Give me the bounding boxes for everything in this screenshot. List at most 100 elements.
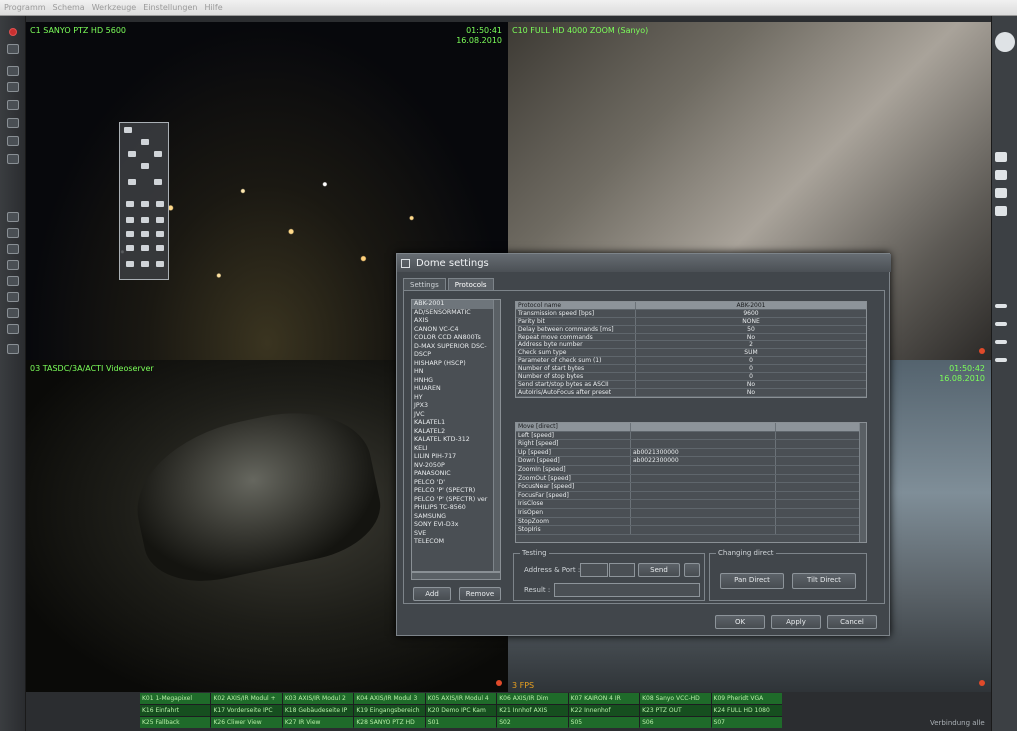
protocol-list[interactable]: ABK-2001 AD/SENSORMATIC AXIS CANON VC-C4 COL… <box>411 299 501 572</box>
menu-tools[interactable]: Werkzeuge <box>92 3 136 12</box>
remove-button[interactable]: Remove <box>459 587 501 601</box>
layout-a-icon[interactable] <box>7 308 19 318</box>
command-code[interactable] <box>631 483 776 491</box>
parameter-value[interactable]: 0 <box>636 357 866 364</box>
command-code[interactable] <box>631 431 776 440</box>
protocol-list-item[interactable]: HISHARP (HSCP) <box>412 360 500 369</box>
parameter-row[interactable]: Delay between commands [ms] 50 <box>516 325 866 334</box>
protocol-list-item[interactable]: COLOR CCD AN800Ts <box>412 334 500 343</box>
protocol-list-item[interactable]: CANON VC-C4 <box>412 326 500 335</box>
command-code[interactable]: ab0022300000 <box>631 457 776 465</box>
ptz-key-0[interactable] <box>141 261 149 267</box>
strip-item[interactable]: K22 Innenhof <box>568 705 640 716</box>
ptz-preset-icon[interactable] <box>156 201 164 207</box>
commands-scrollbar[interactable] <box>859 423 866 542</box>
ptz-zoom-out-icon[interactable] <box>154 179 162 185</box>
ptz-focus-icon[interactable] <box>126 201 134 207</box>
protocol-list-item[interactable]: PELCO 'P' (SPECTR) <box>412 487 500 496</box>
apply-button[interactable]: Apply <box>771 615 821 629</box>
slider-4-icon[interactable] <box>995 358 1007 362</box>
strip-item[interactable]: K17 Vorderseite IPC <box>211 705 282 716</box>
ptz-key-6[interactable] <box>156 231 164 237</box>
send-options-button[interactable] <box>684 563 700 577</box>
ptz-key-3[interactable] <box>156 217 164 223</box>
protocol-list-item[interactable]: SONY EVI-D3x <box>412 521 500 530</box>
preset-4-icon[interactable] <box>995 206 1007 216</box>
ptz-right-icon[interactable] <box>154 151 162 157</box>
slider-3-icon[interactable] <box>995 340 1007 344</box>
grid-6-icon[interactable] <box>7 228 19 238</box>
protocol-list-item[interactable]: SAMSUNG <box>412 513 500 522</box>
address-input[interactable] <box>580 563 608 577</box>
command-code[interactable] <box>631 526 776 534</box>
ptz-key-5[interactable] <box>141 231 149 237</box>
grid-4-icon[interactable] <box>7 212 19 222</box>
command-row[interactable]: ZoomIn [speed] <box>516 465 866 475</box>
parameter-row[interactable]: Check sum type SUM <box>516 349 866 358</box>
filter-icon[interactable] <box>7 118 19 128</box>
strip-item[interactable]: K18 Gebäudeseite IP <box>282 705 354 716</box>
strip-item[interactable]: S01 <box>425 717 497 728</box>
ptz-iris-icon[interactable] <box>141 201 149 207</box>
strip-item[interactable]: K25 Fallback <box>140 717 211 728</box>
strip-item[interactable]: K16 Einfahrt <box>140 705 211 716</box>
strip-item[interactable]: K03 AXIS/IR Modul 2 <box>282 693 354 704</box>
protocol-list-item[interactable]: PHILIPS TC-8560 <box>412 504 500 513</box>
ptz-left-icon[interactable] <box>128 151 136 157</box>
strip-item[interactable]: S02 <box>497 717 568 728</box>
protocol-list-hscrollbar[interactable] <box>411 572 501 580</box>
parameter-value[interactable]: No <box>636 389 866 396</box>
ptz-key-1[interactable] <box>126 217 134 223</box>
layout-c-icon[interactable] <box>7 344 19 354</box>
port-input[interactable] <box>609 563 635 577</box>
diamond-icon[interactable] <box>7 136 19 146</box>
strip-item[interactable]: K07 KAIRON 4 IR <box>568 693 640 704</box>
strip-item[interactable]: K05 AXIS/IR Modul 4 <box>425 693 497 704</box>
grid-9-icon[interactable] <box>7 260 19 270</box>
layout-b-icon[interactable] <box>7 324 19 334</box>
parameter-row[interactable]: AutoIris/AutoFocus after preset No <box>516 388 866 397</box>
protocol-list-item[interactable]: KALATEL KTD-312 <box>412 436 500 445</box>
protocol-list-item[interactable]: D-MAX SUPERIOR DSC- <box>412 343 500 352</box>
command-row[interactable]: IrisClose <box>516 500 866 509</box>
command-row[interactable]: Down [speed] ab0022300000 <box>516 457 866 466</box>
strip-item[interactable]: S07 <box>711 717 782 728</box>
protocol-list-item[interactable]: KALATEL2 <box>412 428 500 437</box>
protocol-list-item[interactable]: KALATEL1 <box>412 419 500 428</box>
command-code[interactable] <box>631 500 776 508</box>
command-code[interactable] <box>631 465 776 474</box>
protocol-list-item[interactable]: HNHG <box>412 377 500 386</box>
command-row[interactable]: StopZoom <box>516 517 866 527</box>
command-row[interactable]: FocusNear [speed] <box>516 483 866 492</box>
parameter-value[interactable]: 0 <box>636 373 866 380</box>
protocol-list-item[interactable]: ABK-2001 <box>412 300 500 309</box>
protocol-list-scrollbar[interactable] <box>493 300 500 571</box>
protocol-list-item[interactable]: SVE <box>412 530 500 539</box>
parameter-row[interactable]: Address byte number 2 <box>516 341 866 350</box>
strip-item[interactable]: K20 Demo IPC Kam <box>425 705 497 716</box>
command-code[interactable]: ab0021300000 <box>631 448 776 457</box>
ptz-up-icon[interactable] <box>141 139 149 145</box>
parameter-value[interactable]: No <box>636 381 866 388</box>
tab-settings[interactable]: Settings <box>403 278 446 290</box>
ptz-key-2[interactable] <box>141 217 149 223</box>
command-row[interactable]: FocusFar [speed] <box>516 491 866 501</box>
arrow-up-icon[interactable] <box>7 82 19 92</box>
slider-2-icon[interactable] <box>995 322 1007 326</box>
pan-direct-button[interactable]: Pan Direct <box>720 573 784 589</box>
command-code[interactable] <box>631 440 776 448</box>
protocol-list-item[interactable]: HY <box>412 394 500 403</box>
lens-icon[interactable] <box>995 32 1015 52</box>
parameter-value[interactable]: NONE <box>636 318 866 325</box>
strip-item[interactable]: K27 IR View <box>282 717 354 728</box>
export-icon[interactable] <box>7 154 19 164</box>
strip-item[interactable]: K04 AXIS/IR Modul 3 <box>354 693 425 704</box>
strip-item[interactable]: K09 Pheridt VGA <box>711 693 782 704</box>
strip-item[interactable]: K21 Innhof AXIS <box>497 705 568 716</box>
strip-item[interactable]: K08 Sanyo VCC-HD <box>640 693 711 704</box>
add-button[interactable]: Add <box>413 587 451 601</box>
slider-1-icon[interactable] <box>995 304 1007 308</box>
strip-item[interactable]: K01 1-Megapixel <box>140 693 211 704</box>
camera-icon[interactable] <box>7 44 19 54</box>
parameter-row[interactable]: Parity bit NONE <box>516 317 866 326</box>
